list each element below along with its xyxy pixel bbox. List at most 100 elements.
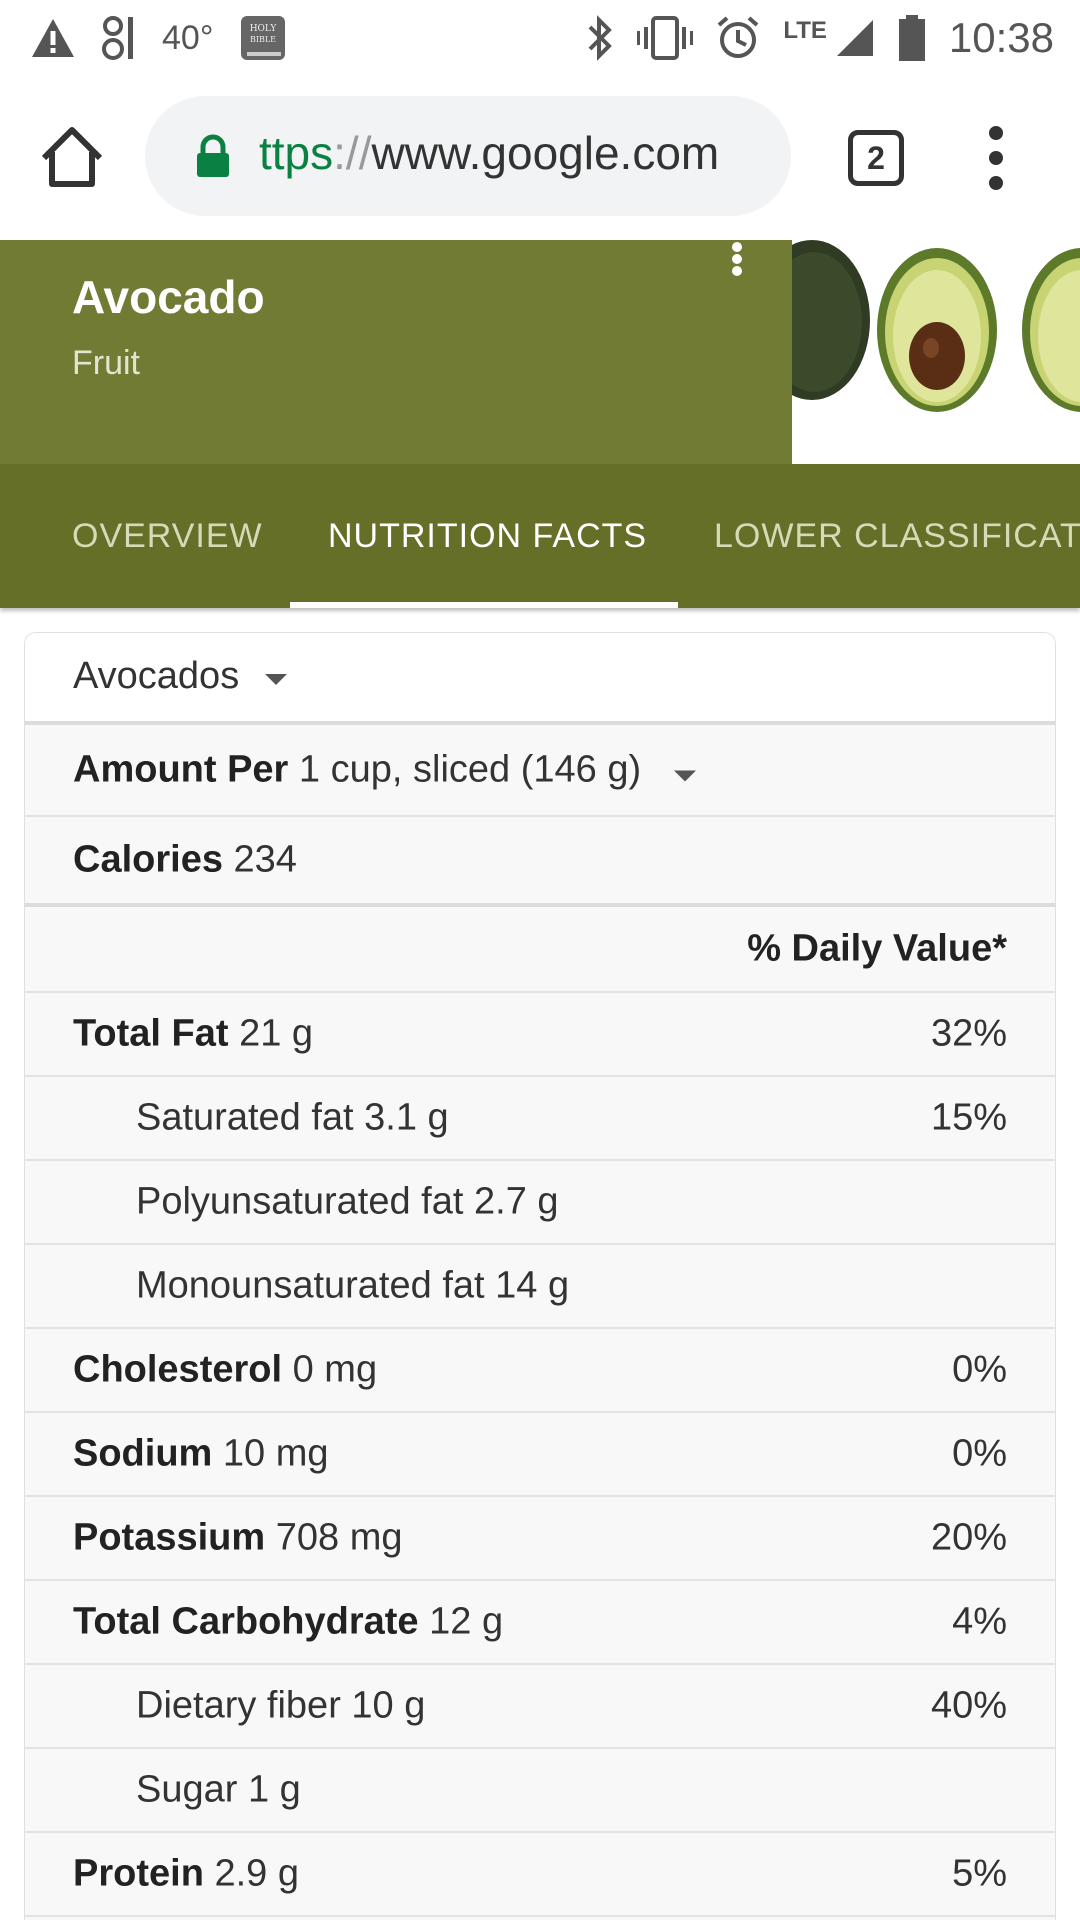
lock-icon	[197, 134, 229, 177]
nutrition-facts-card: Avocados Amount Per 1 cup, sliced (146 g…	[24, 632, 1056, 1920]
entity-title: Avocado	[72, 271, 265, 323]
nutrient-row: Sugar 1 g	[25, 1749, 1055, 1833]
browser-toolbar: ttps://www.google.com 2	[0, 76, 1080, 240]
nutrient-amount: 3.1 g	[364, 1096, 449, 1139]
calories-value: 234	[233, 838, 297, 881]
tab-switcher-button[interactable]: 2	[848, 130, 904, 186]
nutrient-amount: 0 mg	[292, 1348, 378, 1391]
nutrient-label: Monounsaturated fat 14 g	[136, 1265, 569, 1308]
bible-icon-text-2: BIBLE	[250, 35, 276, 44]
amount-per-label: Amount Per	[73, 748, 289, 791]
nutrient-row: Total Carbohydrate 12 g 4%	[25, 1581, 1055, 1665]
food-selector-bar: Avocados	[25, 633, 1055, 725]
address-bar[interactable]: ttps://www.google.com	[145, 96, 791, 216]
nutrient-row: Potassium 708 mg 20%	[25, 1497, 1055, 1581]
serving-size-selector[interactable]: Amount Per 1 cup, sliced (146 g)	[73, 749, 696, 792]
nutrient-daily-value: 15%	[930, 1096, 1007, 1139]
nutrient-daily-value: 32%	[930, 1012, 1007, 1055]
knowledge-panel-tabs: OVERVIEW NUTRITION FACTS LOWER CLASSIFIC…	[0, 464, 1080, 608]
knowledge-panel-header: Avocado Fruit	[0, 240, 1080, 464]
food-variety-label: Avocados	[73, 655, 240, 697]
nutrient-label: Saturated fat 3.1 g	[136, 1097, 449, 1140]
nutrient-amount: 12 g	[429, 1600, 504, 1643]
more-options-icon[interactable]	[732, 242, 744, 276]
avocado-image[interactable]	[792, 240, 1080, 464]
nutrient-daily-value: 0%	[952, 1432, 1007, 1475]
nutrient-label: Dietary fiber 10 g	[136, 1685, 425, 1728]
nutrient-row: Saturated fat 3.1 g 15%	[25, 1077, 1055, 1161]
nutrient-row: Protein 2.9 g 5%	[25, 1833, 1055, 1917]
nutrient-daily-value: 40%	[930, 1684, 1007, 1727]
nutrient-row: Dietary fiber 10 g 40%	[25, 1665, 1055, 1749]
nutrient-label: Potassium 708 mg	[73, 1517, 402, 1560]
nutrient-amount: 1 g	[247, 1768, 301, 1811]
nutrient-label: Protein 2.9 g	[73, 1853, 299, 1896]
holy-bible-app-icon: HOLY BIBLE	[241, 16, 286, 60]
status-bar-right: LTE 10:38	[585, 12, 1054, 64]
entity-subtitle: Fruit	[72, 344, 140, 382]
nutrient-name: Monounsaturated fat	[136, 1264, 485, 1307]
daily-value-header-row: % Daily Value*	[25, 907, 1055, 993]
nutrient-row: Monounsaturated fat 14 g	[25, 1245, 1055, 1329]
nutrient-name: Sugar	[136, 1768, 238, 1811]
url-scheme: ttps	[259, 127, 334, 179]
tab-nutrition-facts[interactable]: NUTRITION FACTS	[328, 464, 647, 608]
bluetooth-icon	[588, 15, 613, 61]
status-bar: 40° HOLY BIBLE LTE 10:38	[0, 0, 1080, 76]
nutrient-amount: 10 g	[351, 1684, 426, 1727]
signal-strength-icon	[102, 16, 133, 60]
calories-label: Calories	[73, 838, 223, 881]
battery-icon	[898, 15, 925, 61]
status-bar-left: 40° HOLY BIBLE	[30, 12, 287, 64]
serving-size-row[interactable]: Amount Per 1 cup, sliced (146 g)	[25, 725, 1055, 817]
nutrient-daily-value: 5%	[952, 1852, 1007, 1895]
network-type-text: LTE	[783, 17, 827, 44]
nutrient-daily-value: 0%	[952, 1348, 1007, 1391]
nutrient-amount: 2.9 g	[214, 1852, 299, 1895]
home-icon[interactable]	[36, 122, 108, 194]
alarm-icon	[718, 16, 759, 58]
calories-row: Calories 234	[25, 817, 1055, 907]
nutrient-label: Polyunsaturated fat 2.7 g	[136, 1181, 559, 1224]
nutrient-name: Total Fat	[73, 1012, 229, 1055]
nutrient-daily-value: 4%	[952, 1600, 1007, 1643]
nutrient-name: Potassium	[73, 1516, 266, 1559]
calories-text: Calories 234	[73, 839, 297, 882]
vibrate-icon	[637, 16, 694, 60]
url-text[interactable]: ttps://www.google.com	[259, 126, 719, 180]
tab-lower-classifications[interactable]: LOWER CLASSIFICATI	[714, 464, 1080, 608]
nutrient-label: Sodium 10 mg	[73, 1433, 329, 1476]
serving-size-value: 1 cup, sliced (146 g)	[298, 748, 642, 791]
url-separator: ://	[333, 127, 372, 179]
nutrient-amount: 708 mg	[275, 1516, 403, 1559]
nutrient-daily-value: 20%	[930, 1516, 1007, 1559]
nutrient-name: Cholesterol	[73, 1348, 283, 1391]
nutrient-amount: 10 mg	[222, 1432, 329, 1475]
food-variety-dropdown[interactable]: Avocados	[73, 655, 288, 698]
dropdown-arrow-icon	[673, 770, 696, 782]
nutrient-label: Total Fat 21 g	[73, 1013, 313, 1056]
nutrient-label: Cholesterol 0 mg	[73, 1349, 377, 1392]
nutrient-row: Cholesterol 0 mg 0%	[25, 1329, 1055, 1413]
nutrient-name: Saturated fat	[136, 1096, 354, 1139]
temperature-text: 40°	[162, 18, 214, 57]
nutrient-name: Dietary fiber	[136, 1684, 341, 1727]
clock-text: 10:38	[948, 14, 1054, 61]
nutrient-amount: 2.7 g	[474, 1180, 559, 1223]
nutrient-label: Total Carbohydrate 12 g	[73, 1601, 503, 1644]
browser-menu-icon[interactable]	[984, 126, 1008, 190]
nutrient-amount: 14 g	[495, 1264, 570, 1307]
nutrient-row: Polyunsaturated fat 2.7 g	[25, 1161, 1055, 1245]
bible-icon-text-1: HOLY	[250, 24, 278, 34]
nutrient-row: Total Fat 21 g 32%	[25, 993, 1055, 1077]
daily-value-header: % Daily Value*	[747, 927, 1007, 970]
url-host: www.google.com	[371, 127, 720, 179]
warning-icon	[32, 19, 74, 57]
dropdown-arrow-icon	[265, 674, 288, 685]
nutrient-name: Protein	[73, 1852, 204, 1895]
active-tab-indicator	[290, 602, 678, 608]
tab-overview[interactable]: OVERVIEW	[72, 464, 263, 608]
nutrient-label: Sugar 1 g	[136, 1769, 301, 1812]
cell-signal-icon	[836, 20, 873, 56]
nutrient-name: Sodium	[73, 1432, 213, 1475]
